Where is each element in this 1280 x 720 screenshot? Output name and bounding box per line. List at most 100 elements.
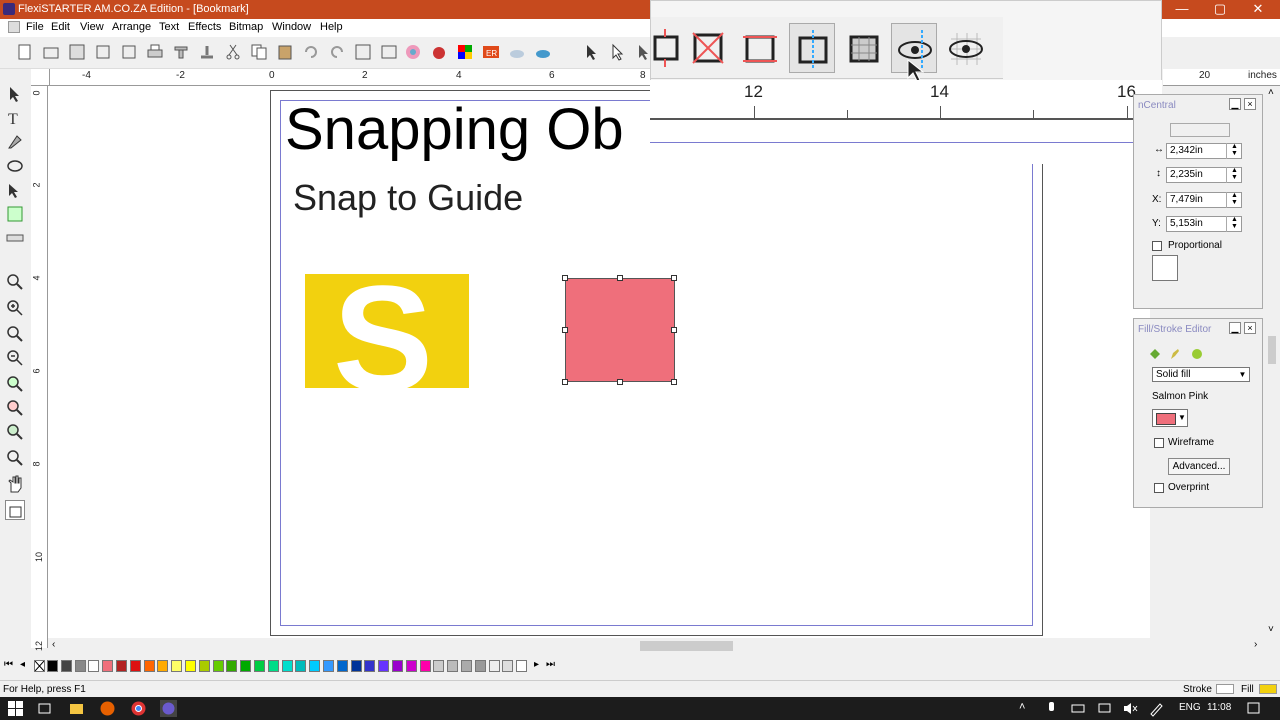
palette-swatch[interactable] [212,660,224,672]
table-tool-icon[interactable] [5,204,25,224]
palette-swatch[interactable] [129,660,141,672]
swatch-grid-icon[interactable] [456,43,474,61]
flexi-app-icon[interactable] [160,700,177,717]
resize-handle[interactable] [562,327,568,333]
palette-swatch[interactable] [336,660,348,672]
new-icon[interactable] [16,43,34,61]
battery-icon[interactable] [1070,700,1087,717]
maximize-button[interactable]: ▢ [1200,1,1240,18]
resize-handle[interactable] [562,379,568,385]
measure-tool-icon[interactable] [5,228,25,248]
palette-swatch[interactable] [102,660,114,672]
snap-to-object-icon[interactable] [737,23,783,73]
scroll-down-icon[interactable]: ˅ [1268,624,1274,635]
scroll-right-icon[interactable]: › [1254,639,1257,650]
x-spinner[interactable]: ▲ ▼ [1226,192,1242,208]
zoom-selected-icon[interactable] [5,398,25,418]
menu-bitmap[interactable]: Bitmap [229,21,263,33]
canvas-title-text[interactable]: Snapping Ob [285,96,624,163]
resize-handle[interactable] [671,327,677,333]
pan-hand-icon[interactable] [5,474,25,494]
menu-arrange[interactable]: Arrange [112,21,151,33]
panel-close-button[interactable]: × [1244,98,1256,110]
palette-swatch[interactable] [419,660,431,672]
panel-minimize-button[interactable]: ▁ [1229,322,1241,334]
overprint-checkbox[interactable] [1154,483,1164,493]
er-icon[interactable]: ER [482,43,500,61]
palette-swatch[interactable] [488,660,500,672]
zoom-all-icon[interactable] [5,374,25,394]
firefox-icon[interactable] [99,700,116,717]
chevron-down-icon[interactable]: ▼ [1236,368,1249,381]
text-tool-icon[interactable]: T [5,108,25,128]
windows-start-icon[interactable] [7,700,24,717]
palette-swatch[interactable] [516,660,528,672]
color-wheel-icon[interactable] [404,43,422,61]
open-icon[interactable] [42,43,60,61]
zoom-in-icon[interactable] [5,298,25,318]
palette-swatch[interactable] [364,660,376,672]
palette-swatch[interactable] [281,660,293,672]
scroll-left-icon[interactable]: ‹ [52,639,55,650]
pen-workspace-icon[interactable] [1148,700,1165,717]
redo-icon[interactable] [328,43,346,61]
menu-help[interactable]: Help [320,21,343,33]
palette-swatch[interactable] [143,660,155,672]
paste-icon[interactable] [276,43,294,61]
pen-tool-icon[interactable] [5,132,25,152]
palette-swatch[interactable] [185,660,196,672]
export-icon[interactable] [120,43,138,61]
y-spinner[interactable]: ▲ ▼ [1226,216,1242,232]
cut-icon[interactable] [224,43,242,61]
select-all-icon[interactable] [354,43,372,61]
menu-text[interactable]: Text [159,21,179,33]
resize-handle[interactable] [617,379,623,385]
chrome-icon[interactable] [130,700,147,717]
palette-swatch[interactable] [502,660,514,672]
upload-cloud-icon[interactable] [534,43,552,61]
palette-swatch[interactable] [474,660,486,672]
wireframe-checkbox[interactable] [1154,438,1164,448]
undo-icon[interactable] [302,43,320,61]
width-spinner[interactable]: ▲ ▼ [1226,143,1242,159]
height-spinner[interactable]: ▲ ▼ [1226,167,1242,183]
volume-muted-icon[interactable] [1122,700,1139,717]
palette-swatch[interactable] [392,660,403,672]
palette-swatch[interactable] [323,660,334,672]
cut-plot-icon[interactable] [172,43,190,61]
selected-rectangle[interactable] [565,278,675,382]
panel-close-button[interactable]: × [1244,322,1256,334]
stroke-pen-icon[interactable] [1168,347,1182,361]
resize-handle[interactable] [617,275,623,281]
palette-swatch[interactable] [171,660,183,672]
file-explorer-icon[interactable] [68,700,85,717]
network-icon[interactable] [1096,700,1113,717]
canvas-subtitle-text[interactable]: Snap to Guide [293,177,523,219]
palette-swatch[interactable] [295,660,307,672]
palette-swatch[interactable] [47,660,58,672]
palette-swatch[interactable] [74,660,86,672]
import-icon[interactable] [94,43,112,61]
palette-swatch[interactable] [116,660,127,672]
color-picker-button[interactable]: ▼ [1152,409,1188,427]
palette-next-icon[interactable]: ▸ [534,659,539,670]
fill-swatch[interactable] [1259,684,1277,694]
fill-swatch-tool-icon[interactable] [5,500,25,520]
palette-swatch[interactable] [226,660,238,672]
print-icon[interactable] [146,43,164,61]
palette-swatch[interactable] [88,660,100,672]
palette-swatch[interactable] [254,660,265,672]
zoom-box-icon[interactable] [5,448,25,468]
proportional-checkbox[interactable] [1152,241,1162,251]
palette-prev-icon[interactable]: ◂ [20,659,25,670]
palette-swatch[interactable] [267,660,279,672]
resize-handle[interactable] [671,275,677,281]
ink-icon[interactable] [430,43,448,61]
snap-to-guide-icon[interactable] [789,23,835,73]
vertical-scrollbar[interactable]: ˄ ˅ [1264,86,1280,638]
menu-file[interactable]: File [26,21,44,33]
scroll-up-icon[interactable]: ˄ [1268,87,1274,98]
effect-icon[interactable] [1190,347,1204,361]
node-pointer-icon[interactable] [608,43,626,61]
palette-swatch[interactable] [461,660,472,672]
